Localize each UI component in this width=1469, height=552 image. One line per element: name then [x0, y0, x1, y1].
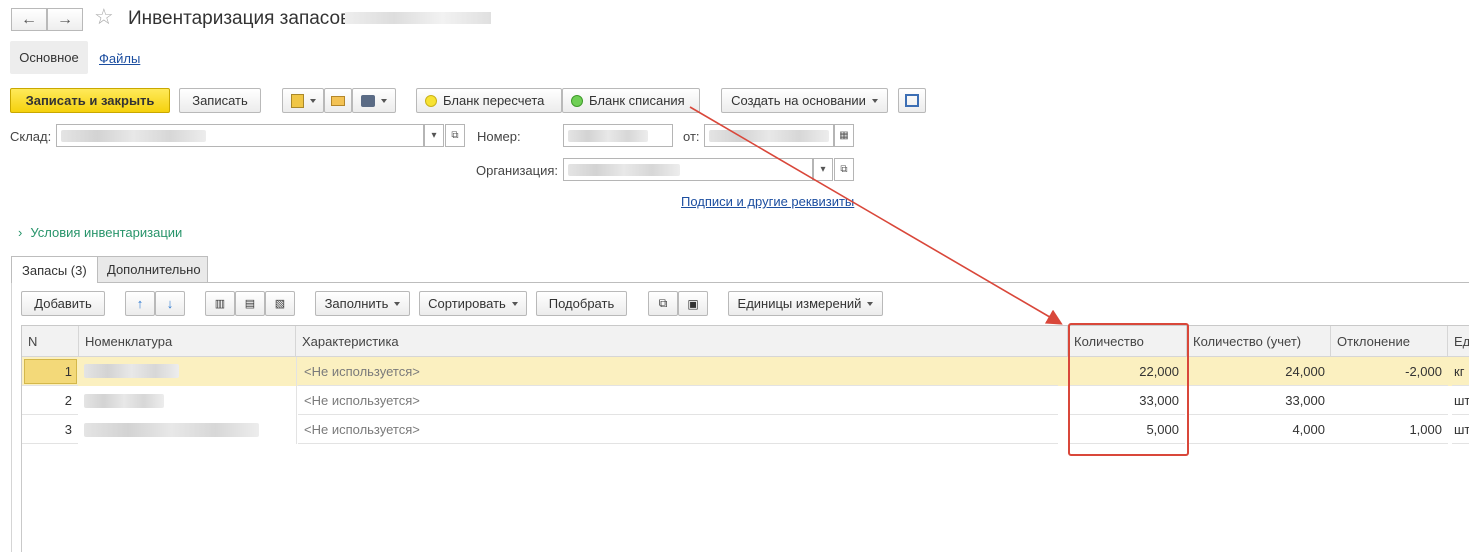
tab-inventory[interactable]: Запасы (3) [11, 256, 98, 283]
tab-inventory-label: Запасы (3) [22, 262, 87, 278]
annotation-arrow [689, 106, 1063, 325]
